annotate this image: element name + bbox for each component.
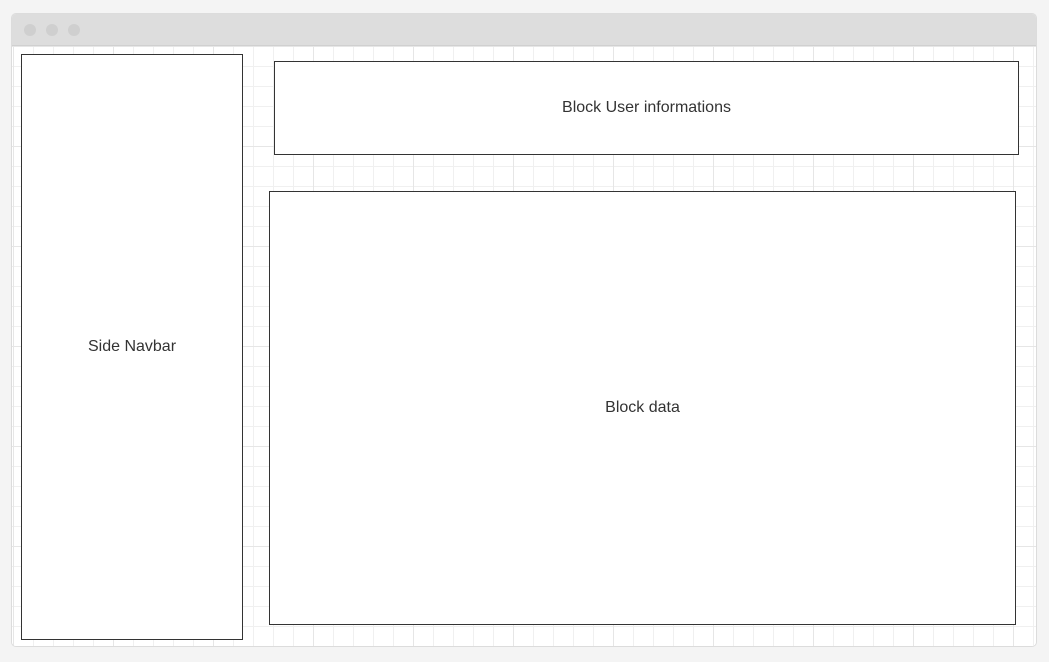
window-control-dot-2[interactable]	[46, 24, 58, 36]
browser-window: Side Navbar Block User informations Bloc…	[11, 13, 1037, 647]
user-info-label: Block User informations	[562, 99, 731, 116]
data-block-label: Block data	[605, 399, 680, 416]
user-info-block[interactable]: Block User informations	[274, 61, 1019, 155]
window-control-dot-3[interactable]	[68, 24, 80, 36]
window-titlebar	[12, 14, 1036, 46]
side-navbar-block[interactable]: Side Navbar	[21, 54, 243, 640]
side-navbar-label: Side Navbar	[87, 338, 177, 355]
window-control-dot-1[interactable]	[24, 24, 36, 36]
wireframe-canvas: Side Navbar Block User informations Bloc…	[12, 46, 1036, 646]
data-block[interactable]: Block data	[269, 191, 1016, 625]
